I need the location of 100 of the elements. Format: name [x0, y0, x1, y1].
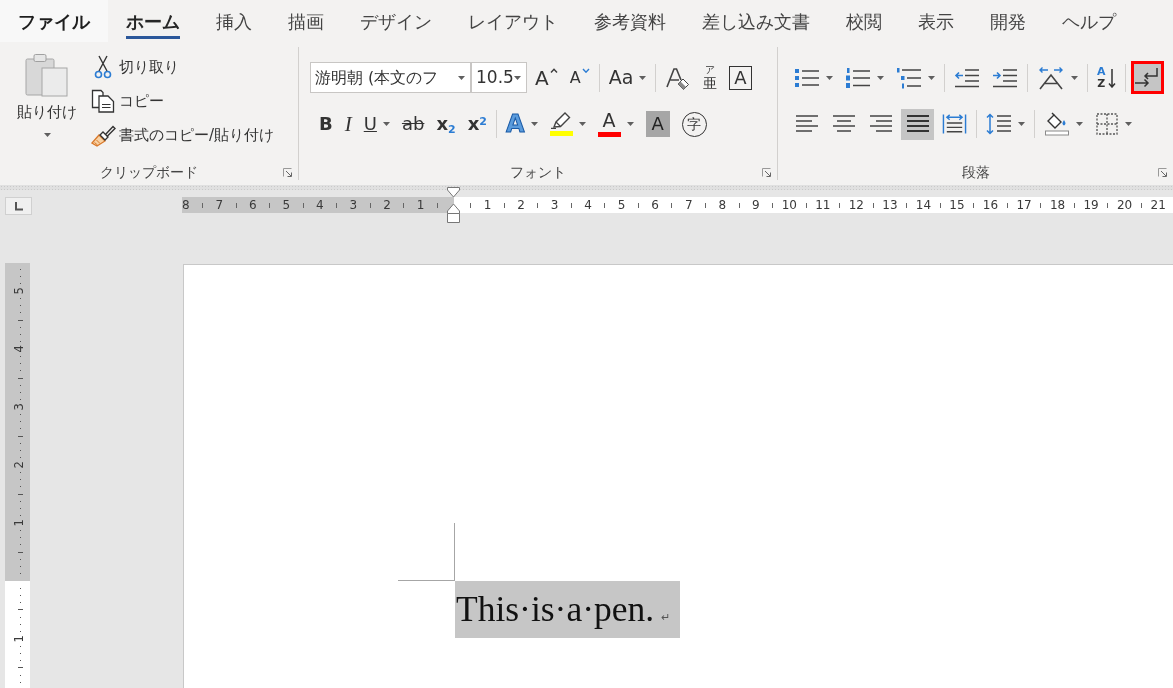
subscript-button[interactable]: x$_{2}$: [432, 108, 460, 140]
caret-down-icon: [43, 133, 51, 137]
ruler-number: 6: [249, 199, 257, 211]
ribbon-tab[interactable]: ヘルプ: [1044, 0, 1134, 42]
grow-font-button[interactable]: A: [531, 62, 562, 93]
ruler-number: 1: [416, 199, 425, 211]
ruler-number: 4: [584, 199, 592, 211]
line-spacing-icon: [986, 113, 1012, 135]
align-center-icon: [831, 114, 856, 134]
ruler-number: 3: [349, 199, 358, 211]
decrease-indent-icon: [954, 66, 980, 89]
return-arrows-icon: [1133, 65, 1161, 90]
dialog-launcher-icon[interactable]: [283, 167, 292, 177]
change-case-button[interactable]: Aa: [604, 62, 651, 93]
ruler-number: 1: [14, 519, 26, 527]
ruler-number: 2: [14, 461, 26, 469]
ruler-number: 20: [1116, 199, 1133, 211]
left-tab-icon: [14, 201, 23, 211]
bold-button[interactable]: B: [315, 108, 337, 140]
paste-button[interactable]: 貼り付け: [10, 47, 84, 145]
ruler-number: 15: [949, 199, 965, 211]
ribbon-tab[interactable]: ファイル: [0, 0, 108, 42]
ruler-number: 18: [1049, 199, 1066, 211]
list-icon: [845, 66, 871, 89]
ruler-number: 3: [550, 199, 559, 211]
group-label: フォント: [510, 165, 566, 179]
margin-corner-mark: [398, 523, 455, 581]
bullet-list-icon: [794, 66, 820, 89]
increase-indent-icon: [992, 66, 1018, 89]
ruler-number: 3: [14, 403, 26, 411]
scissors-icon: [94, 55, 112, 79]
ruler-number: 19: [1083, 199, 1099, 211]
ruler-number: 12: [848, 199, 864, 211]
ruler-number: 2: [383, 199, 391, 211]
paintbrush-icon: [90, 123, 116, 147]
ribbon-tab[interactable]: 差し込み文書: [684, 0, 828, 42]
copy-pages-icon: [91, 89, 115, 113]
ruler-number: 6: [651, 199, 659, 211]
ribbon-tab[interactable]: 描画: [270, 0, 342, 42]
ruler-number: 2: [517, 199, 525, 211]
ruler-number: 4: [316, 199, 324, 211]
ruler-number: 7: [684, 199, 693, 211]
paint-bucket-icon: [1044, 112, 1070, 136]
dialog-launcher-icon[interactable]: [1158, 167, 1167, 177]
show-marks-button[interactable]: [1130, 61, 1164, 94]
ribbon-tab[interactable]: レイアウト: [450, 0, 576, 42]
ruler-number: 1: [14, 635, 26, 643]
indented-list-icon: [896, 66, 922, 89]
ruler-number: 5: [617, 199, 626, 211]
dialog-launcher-icon[interactable]: [762, 167, 771, 177]
format-painter-button[interactable]: 書式のコピー/貼り付け: [87, 118, 278, 152]
ruler-number: 10: [781, 199, 797, 211]
dashed-grid-icon: [1095, 112, 1119, 136]
ruler-number: 5: [14, 287, 26, 295]
ruler-number: 8: [718, 199, 727, 211]
ribbon-tab[interactable]: 参考資料: [576, 0, 684, 42]
distribute-icon: [942, 113, 967, 135]
ribbon-tab[interactable]: 挿入: [198, 0, 270, 42]
justify-button[interactable]: [901, 108, 934, 140]
ribbon-tab[interactable]: 開発: [972, 0, 1044, 42]
copy-button[interactable]: コピー: [87, 84, 278, 118]
font-size-field[interactable]: 10.5: [471, 62, 527, 93]
strikethrough-button[interactable]: ab: [397, 108, 429, 140]
down-arrow-icon: [1107, 67, 1116, 88]
font-color-button[interactable]: A: [593, 108, 638, 140]
group-label: 段落: [961, 165, 990, 179]
ribbon-tab[interactable]: 表示: [900, 0, 972, 42]
indent-marker-icon[interactable]: [447, 187, 460, 223]
align-left-icon: [794, 114, 819, 134]
ribbon-tab[interactable]: デザイン: [342, 0, 450, 42]
italic-button[interactable]: I: [340, 108, 356, 140]
ruler-number: 16: [982, 199, 999, 211]
ruler-number: 1: [483, 199, 492, 211]
chevron-down-icon: [581, 68, 590, 73]
underline-button[interactable]: U: [359, 108, 394, 140]
sort-button[interactable]: A Z: [1093, 62, 1120, 93]
document-text: This·is·a·pen.: [456, 588, 655, 631]
paragraph-mark: ↵: [661, 610, 671, 625]
caret-up-icon: [549, 68, 558, 73]
ruler-number: 21: [1150, 199, 1166, 211]
ruler-number: 5: [282, 199, 291, 211]
ribbon-tab[interactable]: 校閲: [828, 0, 900, 42]
ruler-number: 8: [182, 199, 190, 211]
ruler-number: 14: [915, 199, 932, 211]
spacing-arrows-icon: [1037, 65, 1065, 90]
ruler-number: 9: [751, 199, 760, 211]
group-label: クリップボード: [100, 165, 198, 179]
ruler-number: 7: [215, 199, 224, 211]
letter-eraser-icon: [665, 65, 692, 90]
cut-button[interactable]: 切り取り: [87, 50, 278, 84]
tab-stop-selector[interactable]: [5, 197, 32, 215]
phonetic-guide-button[interactable]: ア 亜: [699, 62, 722, 93]
clipboard-icon: [25, 53, 69, 97]
ruler-number: 13: [882, 199, 898, 211]
font-name-field[interactable]: 游明朝 (本文のフ: [310, 62, 471, 93]
shrink-font-button[interactable]: A: [565, 62, 594, 93]
superscript-button[interactable]: x$^{2}$: [463, 108, 491, 140]
ruler-number: 4: [14, 345, 26, 353]
ruler-number: 11: [815, 199, 831, 211]
ribbon-tab[interactable]: ホーム: [108, 0, 198, 42]
